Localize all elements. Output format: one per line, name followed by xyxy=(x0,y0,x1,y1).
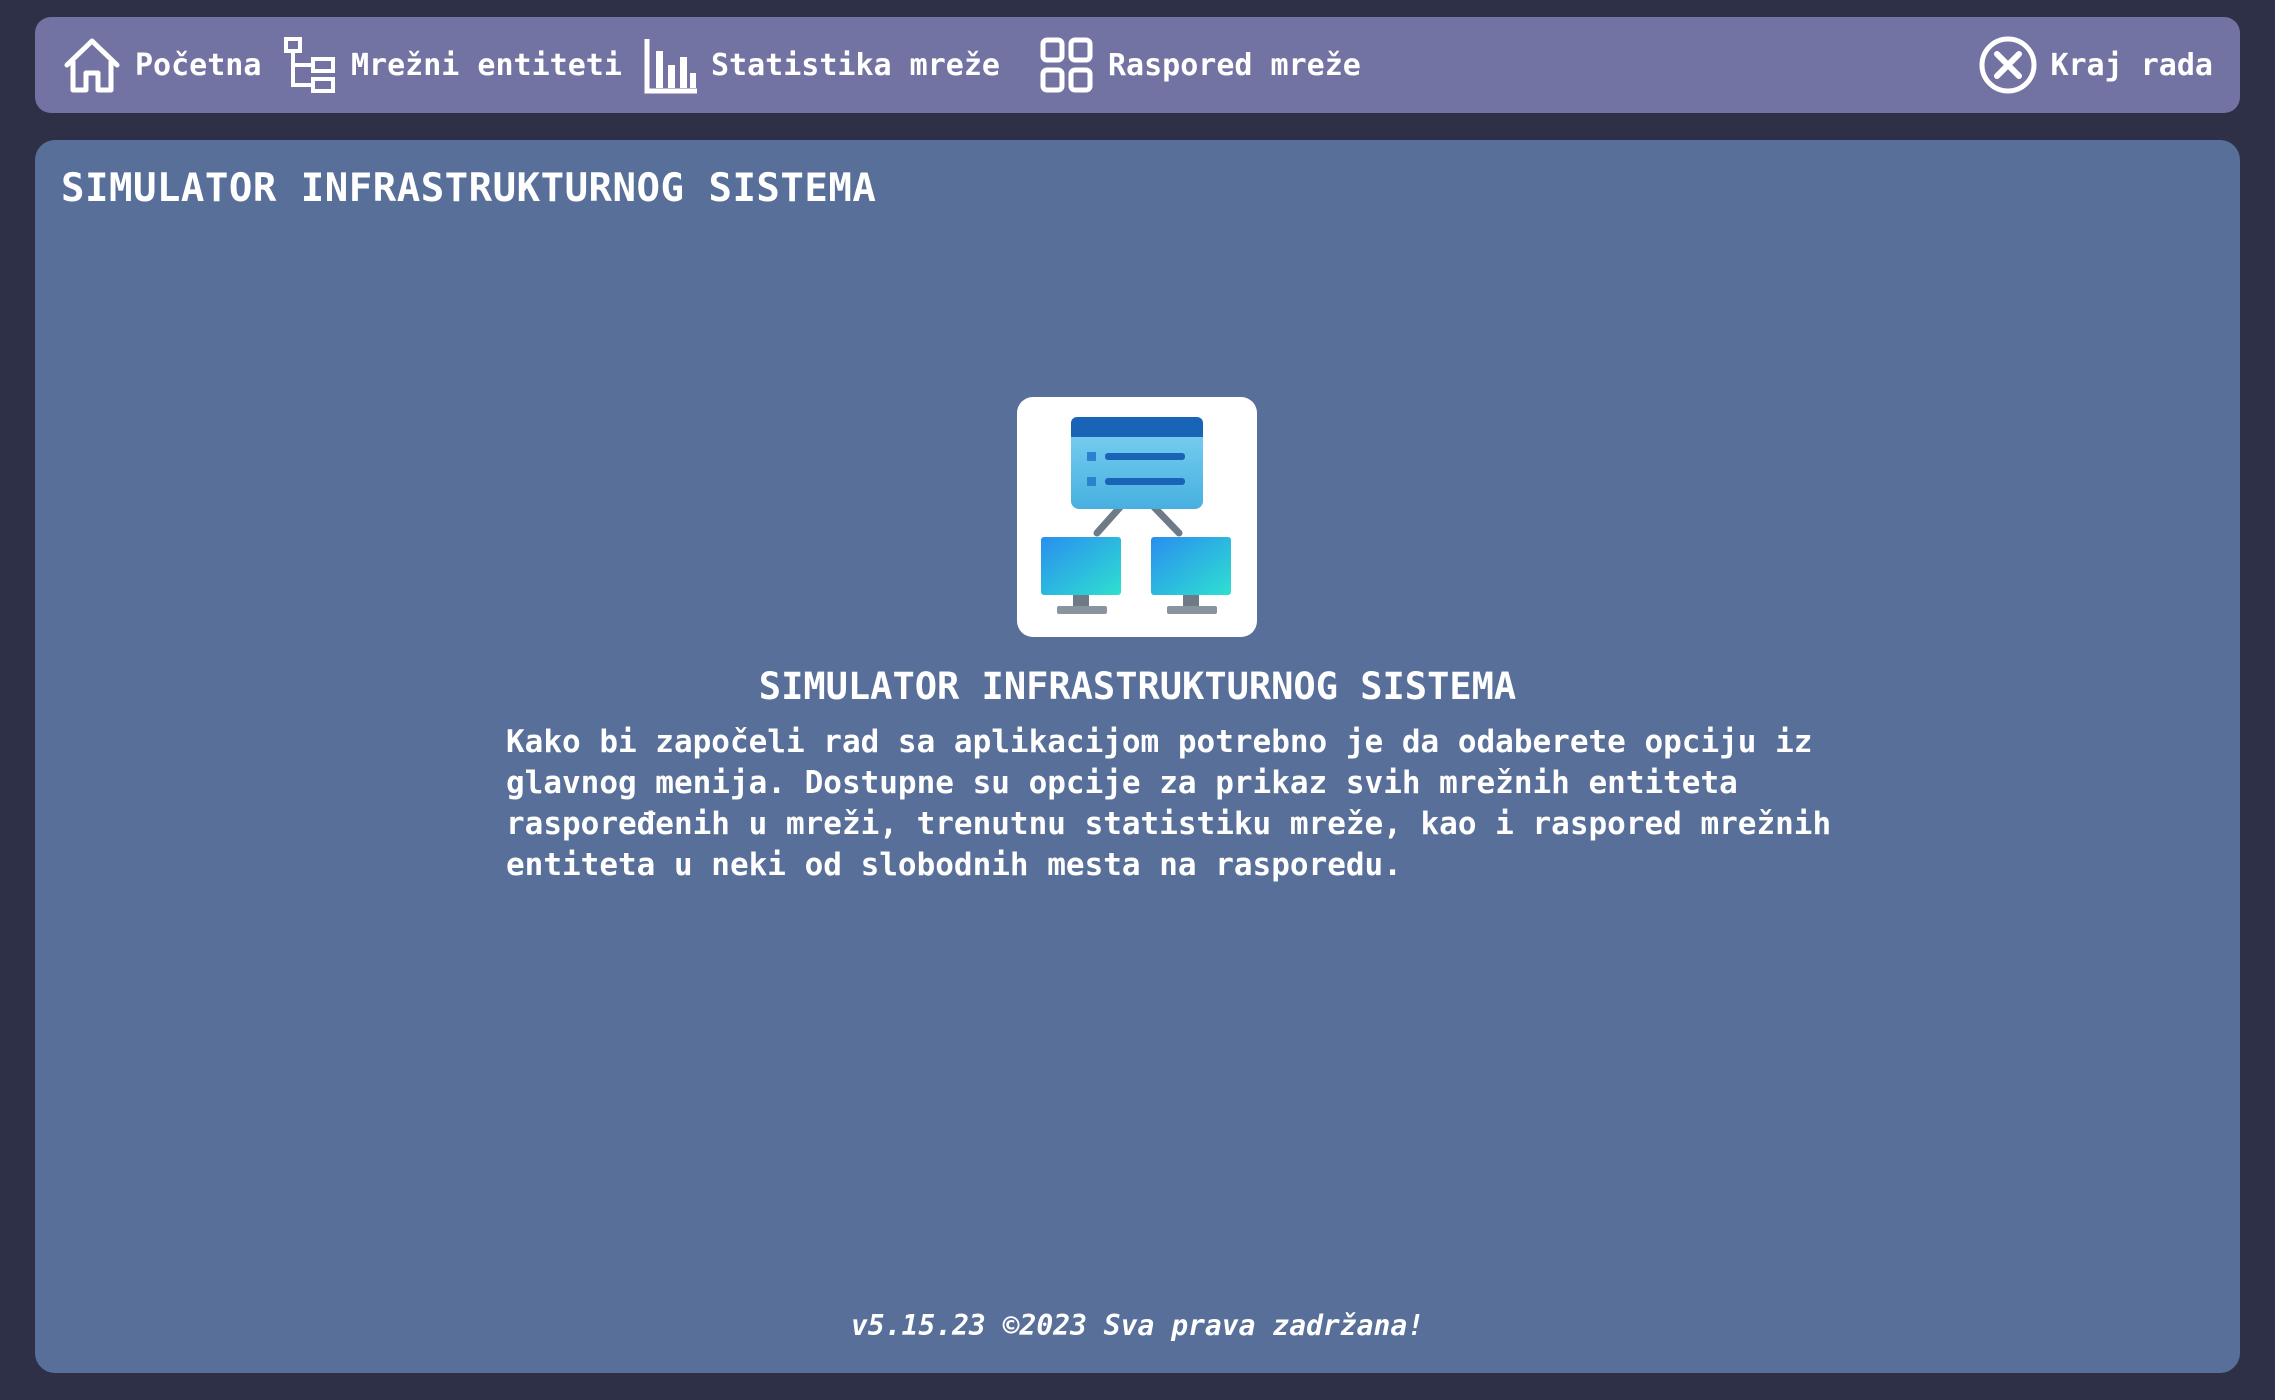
nav-entities-button[interactable]: Mrežni entiteti xyxy=(283,17,622,113)
hero-title: SIMULATOR INFRASTRUKTURNOG SISTEMA xyxy=(758,665,1517,708)
nav-entities-label: Mrežni entiteti xyxy=(351,47,622,83)
main-navbar: Početna Mrežni entiteti Statistika mreže xyxy=(35,17,2240,113)
hero-card xyxy=(1017,397,1257,637)
page-title: SIMULATOR INFRASTRUKTURNOG SISTEMA xyxy=(61,166,877,211)
nav-layout-label: Raspored mreže xyxy=(1108,47,1361,83)
grid-icon xyxy=(1038,35,1096,95)
hero-description: Kako bi započeli rad sa aplikacijom potr… xyxy=(506,724,1832,883)
nav-home-button[interactable]: Početna xyxy=(61,17,261,113)
bar-chart-icon xyxy=(643,35,699,95)
exit-button[interactable]: Kraj rada xyxy=(1978,17,2213,113)
exit-label: Kraj rada xyxy=(2050,47,2213,83)
nav-stats-label: Statistika mreže xyxy=(711,47,1000,83)
nav-home-label: Početna xyxy=(135,47,262,83)
close-circle-icon xyxy=(1978,35,2038,95)
tree-structure-icon xyxy=(283,35,339,95)
nav-stats-button[interactable]: Statistika mreže xyxy=(643,17,1000,113)
network-server-icon xyxy=(1041,417,1231,614)
home-icon xyxy=(61,35,123,95)
nav-layout-button[interactable]: Raspored mreže xyxy=(1038,17,1361,113)
main-panel: SIMULATOR INFRASTRUKTURNOG SISTEMA SIMUL… xyxy=(35,140,2240,1373)
footer-copyright: v5.15.23 ©2023 Sva prava zadržana! xyxy=(850,1309,1425,1342)
